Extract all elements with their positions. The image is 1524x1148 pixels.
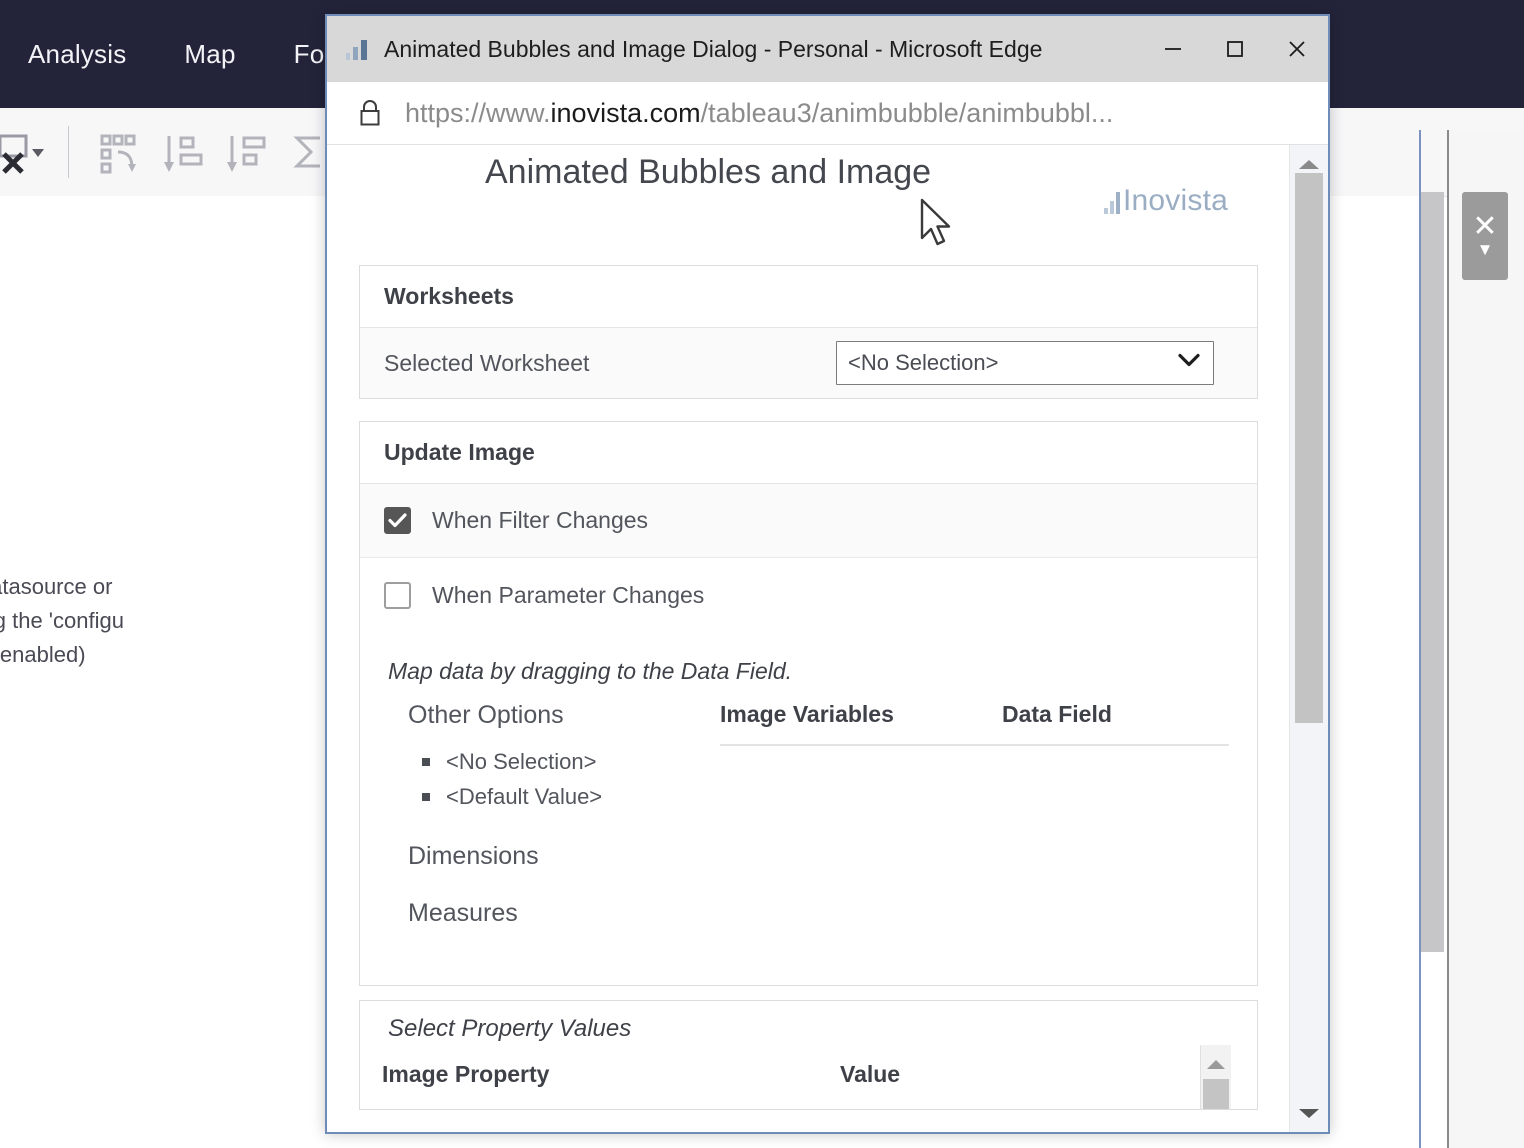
map-data-hint: Map data by dragging to the Data Field. [388, 658, 793, 684]
sort-descending-icon[interactable] [218, 126, 270, 178]
url-path: /tableau3/animbubble/animbubbl... [700, 97, 1114, 128]
tree-item-no-selection[interactable]: <No Selection> [408, 744, 720, 779]
selected-worksheet-value: <No Selection> [836, 341, 1214, 385]
maximize-icon[interactable] [1204, 16, 1266, 82]
close-icon[interactable] [1266, 16, 1328, 82]
screen-root: Analysis Map Form [0, 0, 1524, 1148]
mapping-table-header: Image Variables Data Field [720, 701, 1229, 744]
brand-name: Inovista [1123, 184, 1228, 217]
selected-worksheet-select[interactable]: <No Selection> [836, 341, 1214, 385]
window-controls [1142, 16, 1328, 82]
other-options-header: Other Options [408, 701, 564, 729]
tree-item-label: <No Selection> [446, 748, 597, 774]
edge-browser-window: Animated Bubbles and Image Dialog - Pers… [325, 14, 1330, 1134]
canvas-message-line-2: set this by selecting the 'configu [0, 608, 124, 633]
when-parameter-changes-checkbox[interactable] [384, 581, 411, 609]
select-property-values-title: Select Property Values [388, 1015, 632, 1042]
select-property-values-panel: Select Property Values Image Property Va… [359, 1000, 1258, 1110]
page-content: Animated Bubbles and Image Inovista Work… [327, 145, 1290, 1132]
address-bar[interactable]: https://www.inovista.com/tableau3/animbu… [327, 82, 1328, 145]
menu-item-analysis[interactable]: Analysis [28, 39, 126, 70]
property-table-scrollbar[interactable] [1200, 1045, 1231, 1109]
property-table-header: Image Property Value [360, 1043, 1257, 1088]
image-property-column-header: Image Property [382, 1061, 550, 1087]
chevron-down-icon: ▼ [1476, 240, 1494, 259]
side-panel-close-button[interactable]: ✕ ▼ [1462, 192, 1508, 280]
tree-item-default-value[interactable]: <Default Value> [408, 779, 720, 814]
page-scrollbar[interactable] [1289, 145, 1328, 1132]
when-filter-changes-label: When Filter Changes [432, 507, 649, 533]
mapping-area: Other Options <No Selection> <Default Va… [360, 685, 1257, 985]
canvas-message-line-3: must have popups enabled) [0, 642, 86, 667]
url-scheme: https://www. [405, 97, 551, 128]
menu-item-map[interactable]: Map [184, 39, 235, 70]
selected-worksheet-label: Selected Worksheet [384, 349, 590, 376]
page-viewport: Animated Bubbles and Image Inovista Work… [327, 145, 1328, 1132]
when-parameter-changes-row[interactable]: When Parameter Changes [360, 558, 1257, 632]
dimensions-header[interactable]: Dimensions [408, 842, 720, 871]
right-scroll-strip[interactable] [1421, 192, 1444, 952]
worksheets-panel: Worksheets Selected Worksheet <No Select… [359, 265, 1258, 399]
right-side-panel [1447, 130, 1524, 1148]
page-scrollbar-thumb[interactable] [1295, 173, 1323, 723]
scroll-up-icon[interactable] [1206, 1057, 1226, 1075]
page-title: Animated Bubbles and Image [485, 153, 932, 191]
url-text: https://www.inovista.com/tableau3/animbu… [405, 98, 1113, 129]
tree-item-label: <Default Value> [446, 783, 603, 809]
data-field-column-header: Data Field [1002, 701, 1112, 727]
brand-bars-icon [1104, 192, 1120, 214]
value-column-header: Value [840, 1061, 901, 1087]
selected-worksheet-row: Selected Worksheet <No Selection> [360, 328, 1257, 398]
canvas-message-line-1: e either needs a datasource or [0, 574, 113, 599]
canvas-message: e either needs a datasource or set this … [0, 536, 334, 672]
lock-icon [357, 98, 383, 128]
measures-header[interactable]: Measures [408, 899, 720, 928]
update-image-panel: Update Image When Filter Changes When Pa… [359, 421, 1258, 986]
property-scrollbar-thumb[interactable] [1203, 1079, 1229, 1109]
worksheets-panel-header: Worksheets [360, 266, 1257, 328]
image-variables-column-header: Image Variables [720, 701, 894, 727]
minimize-icon[interactable] [1142, 16, 1204, 82]
bullet-icon [422, 757, 430, 766]
when-parameter-changes-label: When Parameter Changes [432, 581, 705, 608]
canvas-message-line-0 [0, 536, 334, 570]
scroll-down-icon[interactable] [1290, 1099, 1328, 1129]
mapping-drop-zone[interactable] [720, 744, 1229, 956]
window-title-bar[interactable]: Animated Bubbles and Image Dialog - Pers… [327, 16, 1328, 82]
close-icon: ✕ [1472, 210, 1498, 243]
when-filter-changes-row[interactable]: When Filter Changes [360, 484, 1257, 558]
when-filter-changes-checkbox[interactable] [384, 507, 411, 534]
bar-chart-favicon [346, 40, 367, 60]
url-host: inovista.com [550, 97, 701, 128]
page-header: Animated Bubbles and Image Inovista [327, 145, 1290, 265]
window-title: Animated Bubbles and Image Dialog - Pers… [384, 35, 1043, 62]
brand-logo: Inovista [1104, 184, 1228, 217]
swap-rows-columns-icon[interactable] [92, 126, 144, 178]
sort-ascending-icon[interactable] [155, 126, 207, 178]
update-image-panel-header: Update Image [360, 422, 1257, 484]
toolbar-divider [68, 126, 69, 178]
bullet-icon [422, 792, 430, 801]
dropdown-caret-icon[interactable] [26, 126, 50, 178]
field-tree: Other Options <No Selection> <Default Va… [360, 701, 720, 985]
mapping-table: Image Variables Data Field [720, 701, 1257, 985]
